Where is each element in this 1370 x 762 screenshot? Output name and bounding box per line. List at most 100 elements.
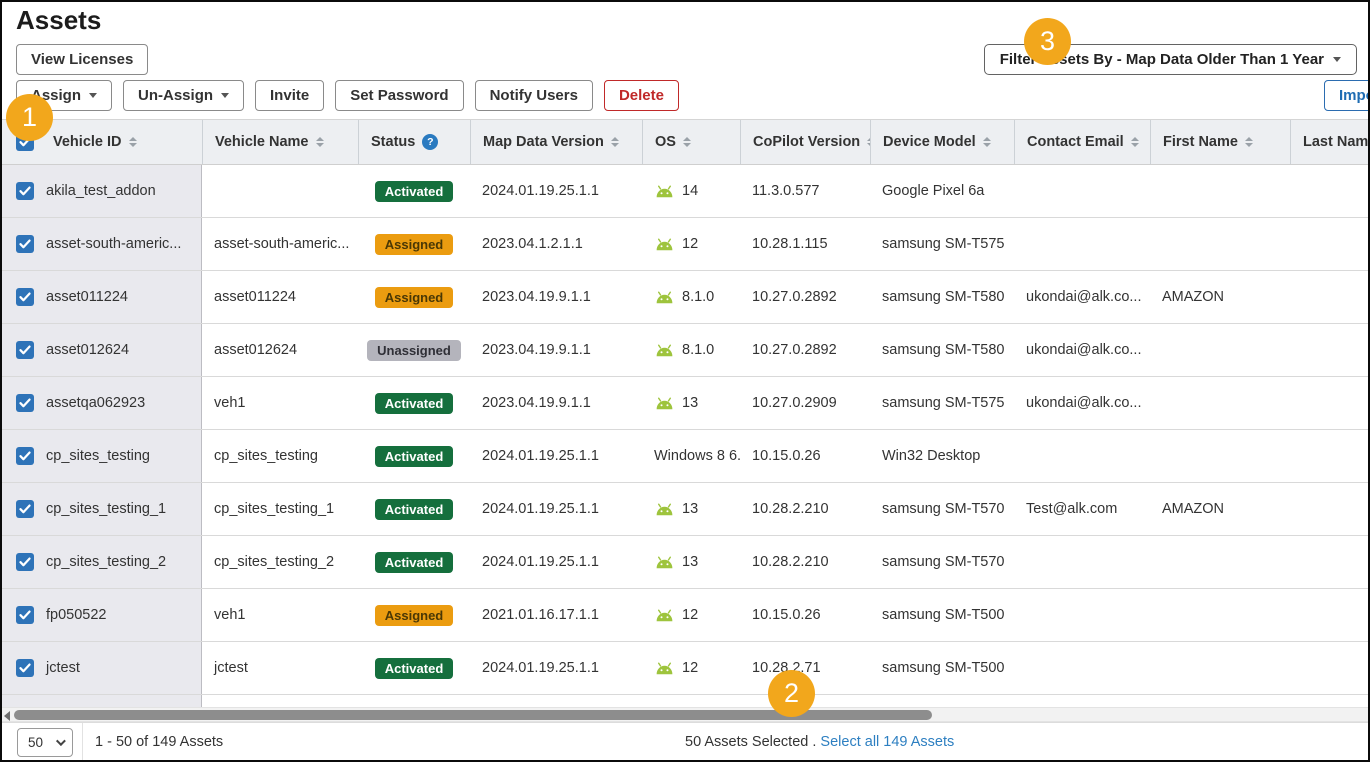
vehicle-name-cell: cp_sites_testing_2	[202, 536, 358, 588]
first-name-cell: AMAZON	[1150, 483, 1290, 535]
table-footer: 50 1 - 50 of 149 Assets 50 Assets Select…	[2, 722, 1368, 760]
os-cell: 8.1.0	[642, 271, 740, 323]
table-row: cp_sites_testing cp_sites_testing Activa…	[2, 430, 1370, 483]
row-checkbox[interactable]	[16, 394, 34, 412]
contact-email-cell: Test@alk.com	[1014, 483, 1150, 535]
sort-icon	[1245, 137, 1253, 147]
assets-page: Assets View Licenses Assign Un-Assign In…	[0, 0, 1370, 762]
contact-email-cell	[1014, 536, 1150, 588]
copilot-version-cell: 11.3.0.577	[740, 165, 870, 217]
vehicle-id-cell: akila_test_addon	[2, 165, 202, 217]
callout-badge-2: 2	[768, 670, 815, 717]
row-checkbox[interactable]	[16, 288, 34, 306]
unassign-button-label: Un-Assign	[138, 87, 213, 104]
pagination-range-text: 1 - 50 of 149 Assets	[95, 734, 223, 750]
import-button[interactable]: Import	[1324, 80, 1370, 111]
invite-button[interactable]: Invite	[255, 80, 324, 111]
first-name-cell	[1150, 536, 1290, 588]
copilot-version-cell: 10.15.0.26	[740, 430, 870, 482]
column-header-map-data-version[interactable]: Map Data Version	[470, 120, 642, 164]
column-header-first-name[interactable]: First Name	[1150, 120, 1290, 164]
vehicle-id-text: cp_sites_testing_2	[46, 554, 166, 570]
first-name-cell	[1150, 377, 1290, 429]
column-header-vehicle-name[interactable]: Vehicle Name	[202, 120, 358, 164]
contact-email-cell	[1014, 642, 1150, 694]
first-name-cell	[1150, 642, 1290, 694]
unassign-button[interactable]: Un-Assign	[123, 80, 244, 111]
table-row: jctest jctest Activated 2024.01.19.25.1.…	[2, 642, 1370, 695]
vehicle-id-text: assetqa062923	[46, 395, 145, 411]
column-label: Map Data Version	[483, 134, 604, 150]
column-header-device-model[interactable]: Device Model	[870, 120, 1014, 164]
vehicle-id-text: akila_test_addon	[46, 183, 156, 199]
table-row: asset-south-americ... asset-south-americ…	[2, 218, 1370, 271]
os-cell: 12	[642, 218, 740, 270]
status-help-icon[interactable]: ?	[422, 134, 438, 150]
column-header-last-name[interactable]: Last Name	[1290, 120, 1370, 164]
status-badge: Assigned	[375, 605, 454, 626]
status-cell: Unassigned	[358, 324, 470, 376]
delete-button[interactable]: Delete	[604, 80, 679, 111]
page-size-select[interactable]: 50	[17, 728, 73, 757]
status-badge: Activated	[375, 499, 454, 520]
horizontal-scrollbar[interactable]	[2, 707, 1368, 722]
map-data-version-cell: 2024.01.19.25.1.1	[470, 165, 642, 217]
status-badge: Activated	[375, 446, 454, 467]
row-checkbox[interactable]	[16, 447, 34, 465]
row-checkbox[interactable]	[16, 341, 34, 359]
contact-email-cell: ukondai@alk.co...	[1014, 271, 1150, 323]
partial-next-row	[2, 695, 202, 707]
sort-icon	[611, 137, 619, 147]
row-checkbox[interactable]	[16, 235, 34, 253]
map-data-version-cell: 2023.04.1.2.1.1	[470, 218, 642, 270]
select-all-assets-link[interactable]: Select all 149 Assets	[820, 734, 954, 750]
table-row: asset012624 asset012624 Unassigned 2023.…	[2, 324, 1370, 377]
device-model-cell: samsung SM-T500	[870, 589, 1014, 641]
column-label: Device Model	[883, 134, 976, 150]
vehicle-id-cell: assetqa062923	[2, 377, 202, 429]
status-badge: Activated	[375, 658, 454, 679]
row-checkbox[interactable]	[16, 500, 34, 518]
vehicle-name-cell: asset011224	[202, 271, 358, 323]
device-model-cell: samsung SM-T570	[870, 483, 1014, 535]
table-body: akila_test_addon Activated 2024.01.19.25…	[2, 165, 1370, 695]
set-password-button[interactable]: Set Password	[335, 80, 463, 111]
os-cell: 13	[642, 377, 740, 429]
os-version-text: 12	[682, 660, 698, 676]
column-header-status[interactable]: Status ?	[358, 120, 470, 164]
view-licenses-button[interactable]: View Licenses	[16, 44, 148, 75]
footer-divider	[82, 723, 83, 761]
vehicle-name-cell: veh1	[202, 377, 358, 429]
device-model-cell: Win32 Desktop	[870, 430, 1014, 482]
android-icon	[654, 238, 675, 251]
device-model-cell: samsung SM-T575	[870, 377, 1014, 429]
scroll-left-arrow-icon[interactable]	[4, 711, 10, 721]
vehicle-id-cell: fp050522	[2, 589, 202, 641]
column-header-contact-email[interactable]: Contact Email	[1014, 120, 1150, 164]
status-cell: Activated	[358, 642, 470, 694]
column-header-copilot-version[interactable]: CoPilot Version	[740, 120, 870, 164]
first-name-cell	[1150, 165, 1290, 217]
copilot-version-cell: 10.27.0.2892	[740, 271, 870, 323]
os-cell: 12	[642, 589, 740, 641]
vehicle-id-cell: cp_sites_testing	[2, 430, 202, 482]
row-checkbox[interactable]	[16, 553, 34, 571]
status-cell: Activated	[358, 430, 470, 482]
column-header-os[interactable]: OS	[642, 120, 740, 164]
sort-icon	[1131, 137, 1139, 147]
last-name-cell	[1290, 218, 1370, 270]
map-data-version-cell: 2023.04.19.9.1.1	[470, 377, 642, 429]
status-cell: Assigned	[358, 589, 470, 641]
column-label: Vehicle ID	[53, 134, 122, 150]
status-badge: Assigned	[375, 234, 454, 255]
android-icon	[654, 185, 675, 198]
copilot-version-cell: 10.28.2.210	[740, 483, 870, 535]
page-title: Assets	[16, 2, 101, 38]
row-checkbox[interactable]	[16, 182, 34, 200]
row-checkbox[interactable]	[16, 606, 34, 624]
last-name-cell	[1290, 271, 1370, 323]
device-model-cell: samsung SM-T500	[870, 642, 1014, 694]
vehicle-id-text: asset012624	[46, 342, 129, 358]
notify-users-button[interactable]: Notify Users	[475, 80, 593, 111]
row-checkbox[interactable]	[16, 659, 34, 677]
